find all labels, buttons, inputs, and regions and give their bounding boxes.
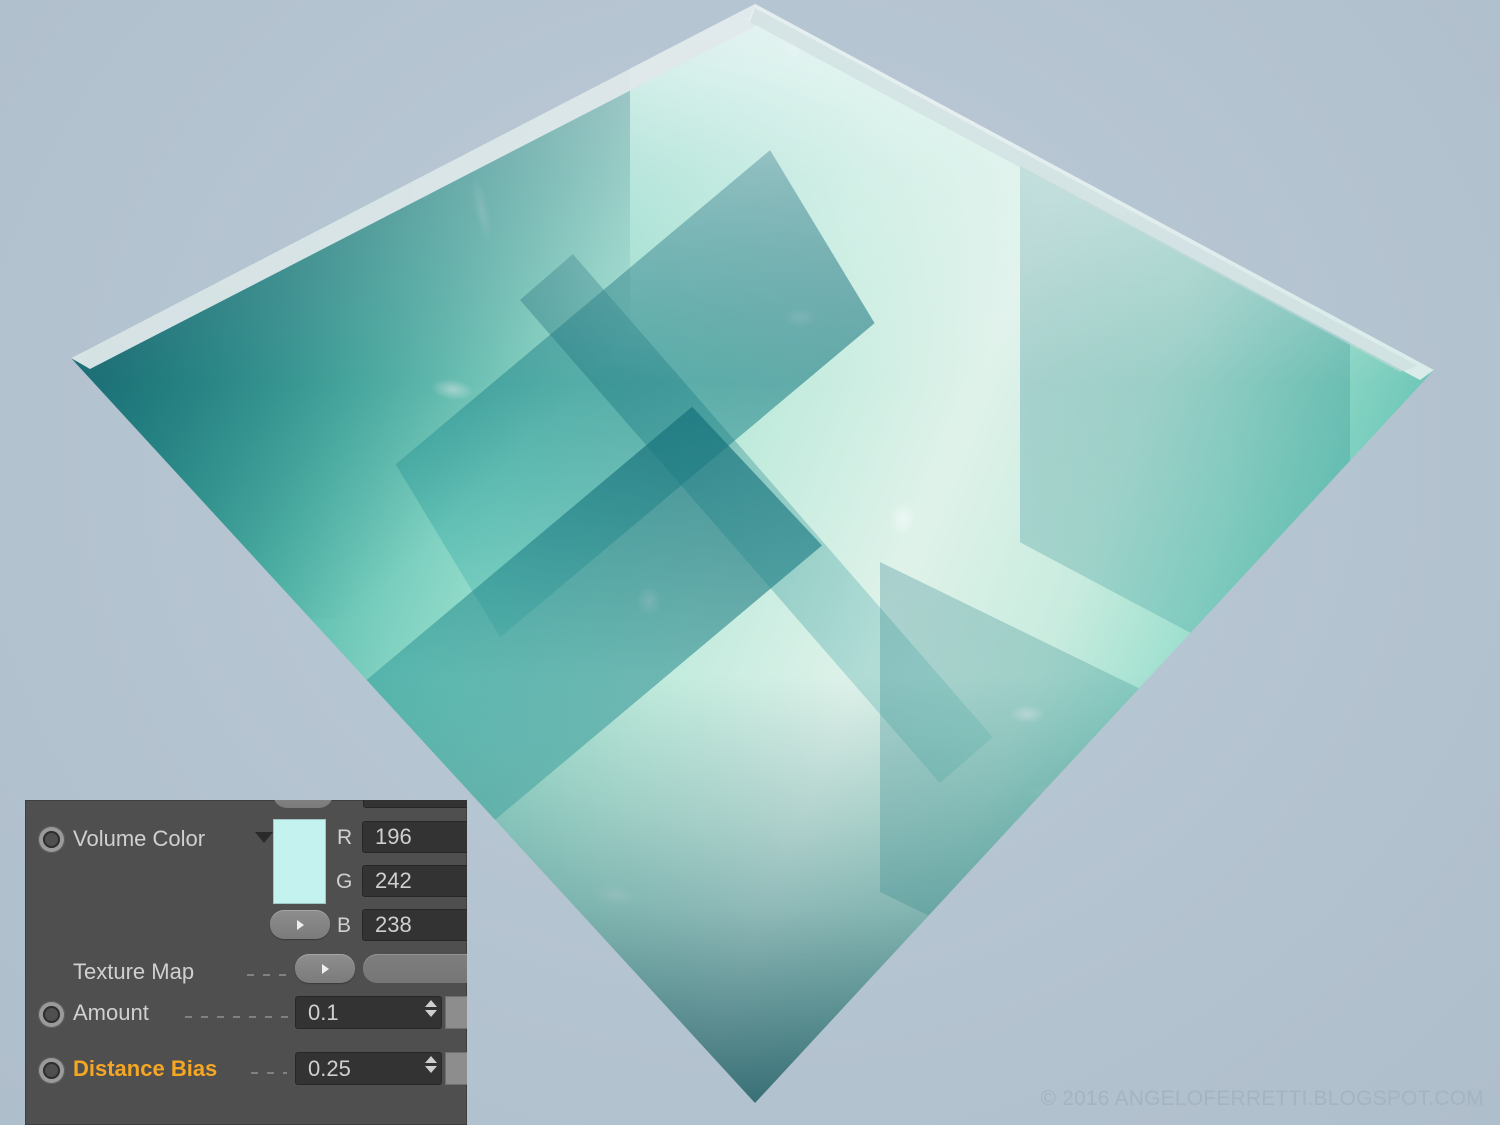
- texture-map-arrow-button[interactable]: [295, 954, 355, 983]
- texture-map-input[interactable]: [363, 954, 467, 983]
- distance-bias-label: Distance Bias: [73, 1056, 218, 1081]
- texture-map-leader-dots: [247, 974, 289, 976]
- amount-stepper-up-icon[interactable]: [425, 1000, 437, 1007]
- distance-bias-slider-track[interactable]: [445, 1052, 467, 1085]
- texture-map-label: Texture Map: [73, 959, 195, 984]
- amount-value-field[interactable]: 0.1: [295, 996, 442, 1029]
- amount-label: Amount: [73, 1000, 149, 1025]
- distance-bias-stepper[interactable]: [423, 1056, 439, 1073]
- volume-color-swatch[interactable]: [273, 819, 326, 904]
- amount-radio-icon[interactable]: [38, 1001, 65, 1028]
- channel-value-b[interactable]: 238: [362, 909, 467, 941]
- channel-value-g[interactable]: 242: [362, 865, 467, 897]
- channel-label-b: B: [337, 914, 352, 937]
- distance-bias-leader-dots: [251, 1072, 287, 1074]
- row-texture-map[interactable]: Texture Map: [25, 952, 467, 996]
- amount-slider-track[interactable]: [445, 996, 467, 1029]
- channel-value-r[interactable]: 196: [362, 821, 467, 853]
- amount-stepper[interactable]: [423, 1000, 439, 1017]
- cut-off-number-field-above[interactable]: [363, 800, 467, 808]
- distance-bias-stepper-down-icon[interactable]: [425, 1066, 437, 1073]
- distance-bias-radio-icon[interactable]: [38, 1057, 65, 1084]
- row-amount[interactable]: Amount 0.1: [25, 992, 467, 1036]
- amount-leader-dots: [185, 1016, 289, 1018]
- amount-stepper-down-icon[interactable]: [425, 1010, 437, 1017]
- screenshot-root: © 2016 ANGELOFERRETTI.BLOGSPOT.COM Volum…: [0, 0, 1500, 1125]
- volume-color-radio-icon[interactable]: [38, 826, 65, 853]
- channel-label-r: R: [337, 826, 353, 849]
- channel-label-g: G: [336, 870, 353, 893]
- cut-off-arrow-button-above[interactable]: [273, 800, 333, 808]
- volume-color-arrow-button[interactable]: [270, 910, 330, 939]
- distance-bias-stepper-up-icon[interactable]: [425, 1056, 437, 1063]
- volume-color-chevron-down-icon[interactable]: [255, 832, 273, 843]
- row-distance-bias[interactable]: Distance Bias 0.25: [25, 1048, 467, 1092]
- distance-bias-value-field[interactable]: 0.25: [295, 1052, 442, 1085]
- attribute-panel[interactable]: Volume Color R 196 G 242 B 238 Texture M…: [25, 800, 467, 1125]
- volume-color-label: Volume Color: [73, 826, 206, 851]
- copyright-watermark: © 2016 ANGELOFERRETTI.BLOGSPOT.COM: [1040, 1087, 1484, 1110]
